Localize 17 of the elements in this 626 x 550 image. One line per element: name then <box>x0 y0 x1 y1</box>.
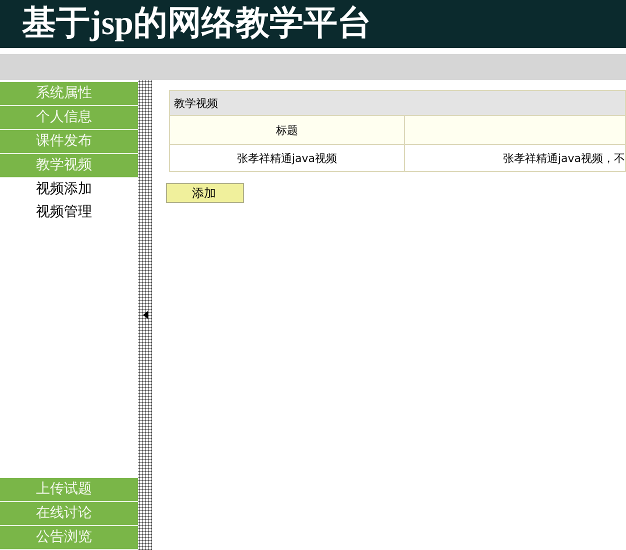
column-header: 标题 <box>170 116 404 144</box>
menu-item[interactable]: 课件发布 <box>0 130 138 154</box>
menu-item[interactable]: 系统属性 <box>0 82 138 106</box>
site-title: 基于jsp的网络教学平台 <box>22 4 372 44</box>
splitter-bar[interactable] <box>138 80 152 550</box>
table-cell: 张孝祥精通java视频 <box>170 144 404 172</box>
table-cell: 张孝祥精通java视频，不 <box>404 144 626 172</box>
menu-item[interactable]: 视频添加 <box>0 178 138 201</box>
menu-item[interactable]: 教学视频 <box>0 154 138 178</box>
add-button[interactable]: 添加 <box>166 183 244 203</box>
menu-item[interactable]: 个人信息 <box>0 106 138 130</box>
collapse-arrow-icon[interactable] <box>142 311 148 319</box>
panel-title: 教学视频 <box>170 90 626 116</box>
menu-item[interactable]: 视频管理 <box>0 201 138 224</box>
menu-item[interactable]: 公告浏览 <box>0 526 138 550</box>
menu-item[interactable]: 在线讨论 <box>0 502 138 526</box>
menu-item[interactable]: 上传试题 <box>0 478 138 502</box>
